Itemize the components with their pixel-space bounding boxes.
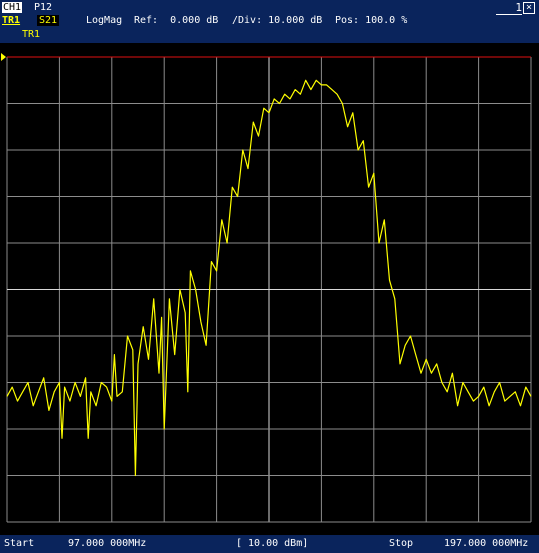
graticule [6,56,532,523]
sweep-footer-bar: Start 97.000 000MHz [ 10.00 dBm] Stop 19… [0,535,539,553]
power-level[interactable]: [ 10.00 dBm] [236,538,308,550]
channel-indicator[interactable]: CH1 [2,2,23,13]
window-number[interactable]: 1 [496,2,522,15]
port-indicator: P12 [34,2,53,13]
trace-indicator[interactable]: TR1 [2,15,20,26]
trace-name-label: TR1 [22,29,41,40]
reference-level[interactable]: Ref: 0.000 dB [134,15,218,26]
stop-label[interactable]: Stop [389,538,413,550]
close-button[interactable]: × [523,2,535,14]
scale-per-division[interactable]: /Div: 10.000 dB [232,15,322,26]
reference-position[interactable]: Pos: 100.0 % [335,15,407,26]
start-frequency[interactable]: 97.000 000MHz [68,538,146,550]
stop-frequency[interactable]: 197.000 000MHz [444,538,528,550]
reference-position-marker [1,53,6,61]
channel-header-bar: CH1 P12 TR1 S21 LogMag Ref: 0.000 dB /Di… [0,0,539,43]
trace-plot[interactable] [0,43,539,535]
sparameter-indicator[interactable]: S21 [37,15,60,26]
format-label[interactable]: LogMag [86,15,122,26]
start-label[interactable]: Start [4,538,34,550]
